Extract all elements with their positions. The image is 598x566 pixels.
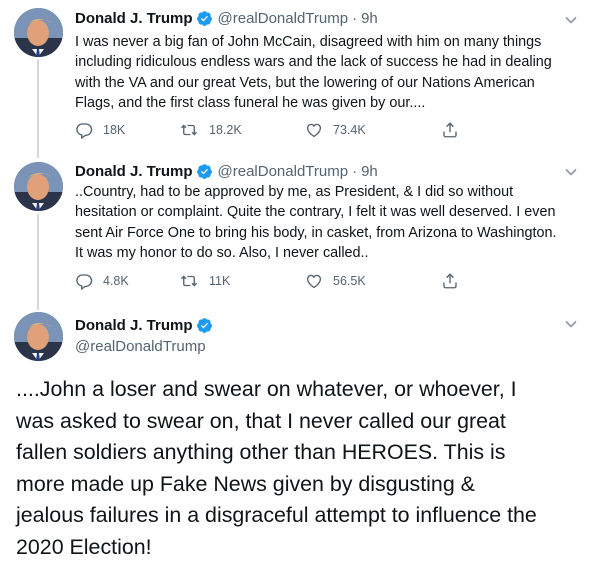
like-count: 56.5K (333, 274, 366, 288)
verified-badge-icon (196, 10, 213, 27)
thread-connector (37, 214, 39, 310)
separator: · (352, 163, 358, 180)
tweet-text: ..Country, had to be approved by me, as … (75, 184, 557, 262)
reply-icon (76, 123, 93, 139)
retweet-count: 18.2K (209, 123, 242, 137)
tweet-header: Donald J. Trump @realDonaldTrump · 9h (75, 10, 378, 27)
tweet-text: ....John a loser and swear on whatever, … (16, 377, 537, 559)
chevron-down-icon[interactable] (564, 165, 578, 179)
reply-count: 4.8K (103, 274, 129, 288)
retweet-count: 11K (209, 274, 231, 288)
reply-icon (76, 274, 93, 290)
tweet-header: Donald J. Trump (75, 317, 218, 334)
author-handle[interactable]: @realDonaldTrump (75, 338, 206, 355)
like-count: 73.4K (333, 123, 366, 137)
author-name[interactable]: Donald J. Trump (75, 163, 193, 180)
heart-icon (306, 123, 322, 138)
tweet-2[interactable]: Donald J. Trump @realDonaldTrump · 9h ..… (0, 152, 598, 310)
share-button[interactable] (441, 272, 471, 290)
verified-badge-icon (196, 317, 213, 334)
timestamp[interactable]: 9h (361, 163, 378, 180)
thread-connector (37, 60, 39, 158)
heart-icon (306, 274, 322, 289)
share-icon (443, 122, 457, 138)
reply-count: 18K (103, 123, 126, 137)
verified-badge-icon (196, 163, 213, 180)
tweet-header: Donald J. Trump @realDonaldTrump · 9h (75, 163, 378, 180)
retweet-button[interactable]: 18.2K (179, 121, 305, 139)
avatar[interactable] (14, 312, 63, 361)
avatar[interactable] (14, 162, 63, 211)
separator: · (352, 10, 358, 27)
avatar[interactable] (14, 8, 63, 57)
reply-button[interactable]: 4.8K (75, 272, 179, 290)
author-name[interactable]: Donald J. Trump (75, 317, 193, 334)
like-button[interactable]: 56.5K (305, 272, 441, 290)
tweet-actions: 4.8K 11K 56.5K (75, 272, 505, 290)
like-button[interactable]: 73.4K (305, 121, 441, 139)
retweet-icon (181, 275, 197, 287)
author-name[interactable]: Donald J. Trump (75, 10, 193, 27)
author-handle[interactable]: @realDonaldTrump (218, 10, 349, 27)
chevron-down-icon[interactable] (564, 13, 578, 27)
timestamp[interactable]: 9h (361, 10, 378, 27)
tweet-actions: 18K 18.2K 73.4K (75, 121, 505, 139)
reply-button[interactable]: 18K (75, 121, 179, 139)
retweet-button[interactable]: 11K (179, 272, 305, 290)
retweet-icon (181, 124, 197, 136)
share-icon (443, 273, 457, 289)
tweet-1[interactable]: Donald J. Trump @realDonaldTrump · 9h I … (0, 0, 598, 158)
chevron-down-icon[interactable] (564, 317, 578, 331)
author-handle[interactable]: @realDonaldTrump (218, 163, 349, 180)
tweet-3-expanded[interactable]: Donald J. Trump @realDonaldTrump ....Joh… (0, 302, 598, 566)
share-button[interactable] (441, 121, 471, 139)
tweet-text: I was never a big fan of John McCain, di… (75, 34, 552, 112)
